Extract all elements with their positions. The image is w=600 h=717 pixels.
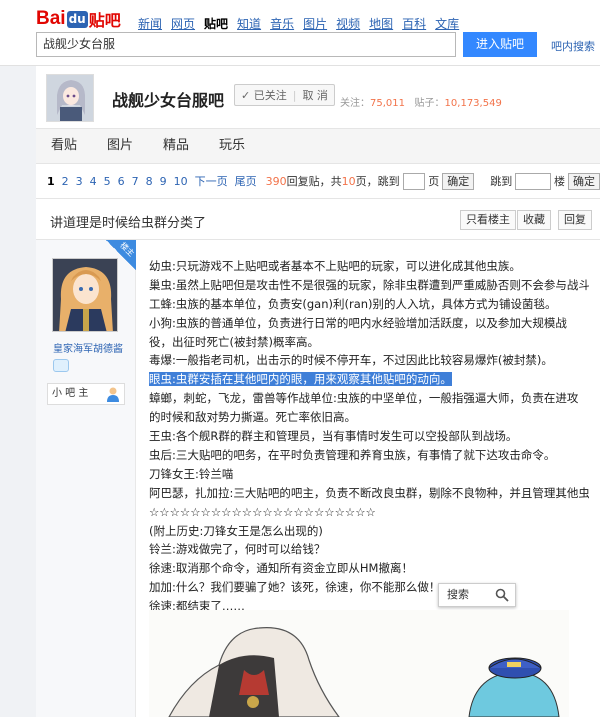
page-4[interactable]: 4 — [90, 175, 97, 188]
content-line-selected: 眼虫:虫群安插在其他吧内的眼，用来观察其他贴吧的动向。 — [149, 370, 589, 389]
forum-header: 战舰少女台服吧 ✓ 已关注 | 取 消 关注：75,011 贴子：10,173,… — [36, 66, 600, 128]
selected-text: 眼虫:虫群安插在其他吧内的眼，用来观察其他贴吧的动向。 — [149, 372, 452, 387]
page-3[interactable]: 3 — [76, 175, 83, 188]
reply-suffix: 回复贴，共 — [286, 175, 342, 188]
moderator-person-icon — [107, 387, 119, 402]
content-line: 阿巴瑟，扎加拉:三大贴吧的吧主，负责不断改良虫群，剔除不良物种，并且管理其他虫后… — [149, 485, 589, 500]
moderator-badge: 小 吧 主 — [47, 383, 125, 405]
nav-news[interactable]: 新闻 — [138, 15, 162, 32]
last-page-link[interactable]: 尾页 — [235, 173, 257, 189]
page-suffix: 页，跳到 — [355, 175, 400, 188]
logo-bai: Bai — [36, 8, 66, 29]
top-bar: Bai du 贴吧 新闻 网页 贴吧 知道 音乐 图片 视频 地图 百科 文库 … — [0, 0, 600, 66]
jump-floor-input[interactable] — [515, 172, 551, 190]
magnifier-icon — [495, 588, 509, 602]
top-nav: 新闻 网页 贴吧 知道 音乐 图片 视频 地图 百科 文库 — [138, 15, 459, 32]
nav-wenku[interactable]: 文库 — [435, 15, 459, 32]
tab-play[interactable]: 玩乐 — [204, 129, 260, 163]
pagination: 1 2 3 4 5 6 7 8 9 10 下一页 尾页 390 回复贴，共 10… — [36, 164, 600, 198]
page-2[interactable]: 2 — [62, 175, 69, 188]
enter-forum-button[interactable]: 进入贴吧 — [463, 32, 537, 57]
nav-web[interactable]: 网页 — [171, 15, 195, 32]
in-forum-search-link[interactable]: 吧内搜索 — [551, 38, 595, 54]
forum-avatar[interactable] — [46, 74, 94, 122]
unfollow-button[interactable]: 取 消 — [296, 87, 334, 103]
page-8[interactable]: 8 — [146, 175, 153, 188]
content-line: 幼虫:只玩游戏不上贴吧或者基本不上贴吧的玩家，可以进化成其他虫族。 — [149, 259, 521, 273]
page-5[interactable]: 5 — [104, 175, 111, 188]
author-name[interactable]: 皇家海军胡德酱 — [53, 340, 123, 355]
follow-control: ✓ 已关注 | 取 消 — [234, 84, 335, 106]
page-9[interactable]: 9 — [160, 175, 167, 188]
level-badge-icon — [53, 359, 69, 372]
content-line: 加加:什么？我们要骗了她？该死，徐速，你不能那么做！ — [149, 580, 441, 595]
page-6[interactable]: 6 — [118, 175, 125, 188]
tab-posts[interactable]: 看贴 — [36, 129, 92, 163]
content-line: 蟑螂，刺蛇，飞龙，雷兽等作战单位:虫族的中坚单位，一般指强逼大师，负责在进攻的时… — [149, 391, 579, 425]
floor-unit: 楼 — [554, 175, 565, 188]
logo-du-paw: du — [66, 10, 88, 28]
favorite-button[interactable]: 收藏 — [517, 210, 551, 230]
jump-page-confirm-button[interactable]: 确定 — [442, 172, 475, 190]
jump-page-input[interactable] — [402, 172, 426, 190]
content-line: 巢虫:虽然上贴吧但是攻击性不是很强的玩家，除非虫群遭到严重威胁否则不会参与战斗。 — [149, 277, 589, 292]
forum-tabs: 看贴 图片 精品 玩乐 — [36, 128, 600, 164]
nav-zhidao[interactable]: 知道 — [237, 15, 261, 32]
post-image[interactable] — [149, 610, 569, 717]
author-avatar[interactable] — [52, 258, 118, 332]
page-count: 10 — [341, 174, 356, 188]
content-line: ☆☆☆☆☆☆☆☆☆☆☆☆☆☆☆☆☆☆☆☆☆☆ — [149, 504, 376, 519]
follow-count: 75,011 — [370, 98, 405, 109]
content-line: 刀锋女王:铃兰喵 — [149, 466, 234, 481]
nav-music[interactable]: 音乐 — [270, 15, 294, 32]
author-panel: 楼主 皇家海军胡德酱 小 吧 主 — [36, 240, 136, 717]
nav-baike[interactable]: 百科 — [402, 15, 426, 32]
followed-status: ✓ 已关注 — [241, 89, 287, 102]
page-unit: 页 — [428, 175, 440, 188]
tab-images[interactable]: 图片 — [92, 129, 148, 163]
tab-featured[interactable]: 精品 — [148, 129, 204, 163]
baidu-tieba-logo[interactable]: Bai du 贴吧 — [36, 8, 121, 30]
logo-tieba: 贴吧 — [88, 11, 121, 30]
nav-map[interactable]: 地图 — [369, 15, 393, 32]
post-floor-1: 楼主 皇家海军胡德酱 小 吧 主 幼虫:只玩游戏不上贴吧或者基本不上贴吧的玩家，… — [36, 240, 600, 717]
post-count: 10,173,549 — [444, 98, 502, 109]
reply-button[interactable]: 回复 — [558, 210, 592, 230]
content-line: 虫后:三大贴吧的吧务，在平时负责管理和养育虫族，有事情了就下达攻击命令。 — [149, 447, 556, 462]
content-line: 徐速:取消那个命令，通知所有资金立即从HM撤离！ — [149, 561, 413, 576]
content-line: 铃兰:游戏做完了，何时可以给钱？ — [149, 542, 326, 557]
content-line: 王虫:各个舰R群的群主和管理员，当有事情时发生可以空投部队到战场。 — [149, 429, 518, 444]
only-op-button[interactable]: 只看楼主 — [460, 210, 516, 230]
content-line: 工蜂:虫族的基本单位，负责安(gan)利(ran)别的人入坑，具体方式为铺设菌毯… — [149, 296, 557, 311]
nav-images[interactable]: 图片 — [303, 15, 327, 32]
post-label: 贴子： — [414, 98, 445, 109]
next-page-link[interactable]: 下一页 — [195, 173, 228, 189]
nav-video[interactable]: 视频 — [336, 15, 360, 32]
reply-count: 390 — [265, 174, 287, 188]
page-1: 1 — [47, 174, 55, 188]
page-7[interactable]: 7 — [132, 175, 139, 188]
thread-title-bar: 讲道理是时候给虫群分类了 只看楼主 收藏 回复 — [36, 198, 600, 240]
moderator-role: 小 吧 主 — [52, 388, 89, 399]
jump-floor-label: 跳到 — [490, 175, 513, 188]
selection-search-popup[interactable]: 搜索 — [438, 583, 516, 607]
forum-name: 战舰少女台服吧 — [112, 91, 225, 110]
jump-floor-confirm-button[interactable]: 确定 — [568, 172, 600, 190]
thread-title: 讲道理是时候给虫群分类了 — [50, 216, 207, 231]
nav-tieba[interactable]: 贴吧 — [204, 15, 228, 32]
post-content: 幼虫:只玩游戏不上贴吧或者基本不上贴吧的玩家，可以进化成其他虫族。 巢虫:虽然上… — [149, 257, 589, 616]
selection-search-label: 搜索 — [447, 588, 469, 601]
content-line: 毒爆:一般指老司机，出击示的时候不停开车，不过因此比较容易爆炸(被封禁)。 — [149, 353, 553, 368]
page-10[interactable]: 10 — [174, 175, 188, 188]
follow-label: 关注： — [340, 98, 370, 109]
search-input[interactable]: 战舰少女台服 — [36, 32, 456, 57]
content-line: 小狗:虫族的普通单位，负责进行日常的吧内水经验增加活跃度，以及参加大规模战役，出… — [149, 315, 567, 349]
content-line: (附上历史:刀锋女王是怎么出现的) — [149, 523, 323, 538]
forum-stats: 关注：75,011 贴子：10,173,549 — [340, 94, 502, 109]
